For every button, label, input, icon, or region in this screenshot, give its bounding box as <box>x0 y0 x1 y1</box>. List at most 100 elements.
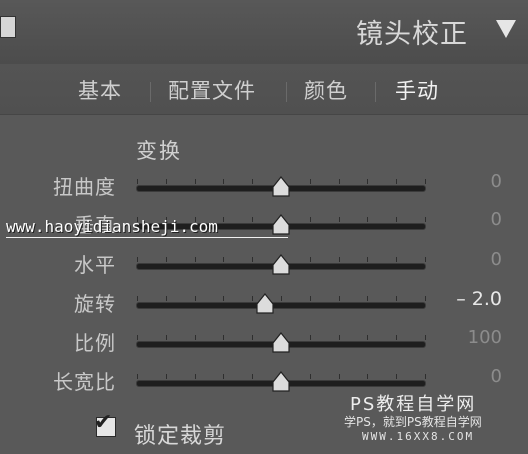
slider-tick <box>367 335 369 340</box>
slider-tick <box>165 335 167 340</box>
slider-row: 水平 0 <box>0 249 528 281</box>
slider-tick <box>252 374 254 379</box>
slider-label: 水平 <box>74 253 116 277</box>
slider-tick <box>367 374 369 379</box>
transform-section-title: 变换 <box>136 139 182 163</box>
slider-value[interactable]: 0 <box>491 366 502 387</box>
slider-tick <box>338 296 340 301</box>
watermark-site: WWW.16XX8.COM <box>362 430 475 443</box>
slider-tick <box>223 374 225 379</box>
tab-color[interactable]: 颜色 <box>304 75 348 105</box>
slider-tick <box>252 296 254 301</box>
slider-tick <box>425 335 426 340</box>
watermark-url: www.haoyidiansheji.com <box>6 217 218 236</box>
slider-thumb[interactable] <box>271 176 291 198</box>
tab-separator <box>375 82 376 102</box>
slider-tick <box>252 217 254 222</box>
slider-tick <box>367 296 369 301</box>
slider-tick <box>367 257 369 262</box>
slider-tick <box>338 257 340 262</box>
panel-header[interactable]: 镜头校正 <box>0 0 528 65</box>
slider-row: 旋转 – 2.0 <box>0 288 528 320</box>
slider-tick <box>223 179 225 184</box>
slider-tick <box>338 335 340 340</box>
slider-tick <box>425 217 426 222</box>
slider-tick <box>252 335 254 340</box>
slider-tick <box>338 217 340 222</box>
slider-tick <box>252 179 254 184</box>
checkmark-icon: ✔ <box>94 410 113 435</box>
slider-tick <box>223 257 225 262</box>
slider-tick <box>194 257 196 262</box>
slider-tick <box>338 374 340 379</box>
slider-tick <box>165 296 167 301</box>
triangle-down-icon[interactable] <box>496 20 516 38</box>
lock-crop-label[interactable]: 锁定裁剪 <box>134 418 226 450</box>
slider-thumb[interactable] <box>255 293 275 315</box>
slider-tick <box>367 217 369 222</box>
watermark-underline <box>6 237 288 238</box>
slider-tick <box>137 374 138 379</box>
slider-thumb[interactable] <box>271 254 291 276</box>
slider-tick <box>223 217 225 222</box>
slider-tick <box>137 179 138 184</box>
tab-profile[interactable]: 配置文件 <box>168 75 256 105</box>
slider-row: 比例 100 <box>0 327 528 359</box>
slider-tick <box>396 335 398 340</box>
slider-tick <box>194 179 196 184</box>
panel-toggle-square[interactable] <box>0 16 16 38</box>
slider-thumb[interactable] <box>271 332 291 354</box>
slider-tick <box>194 335 196 340</box>
slider-thumb[interactable] <box>271 371 291 393</box>
slider-tick <box>309 217 311 222</box>
slider-tick <box>309 335 311 340</box>
slider-tick <box>194 374 196 379</box>
slider-tick <box>137 257 138 262</box>
tab-separator <box>150 82 151 102</box>
slider-tick <box>309 257 311 262</box>
slider-tick <box>396 374 398 379</box>
slider-tick <box>165 374 167 379</box>
slider-tick <box>309 179 311 184</box>
tab-separator <box>286 82 287 102</box>
tab-manual[interactable]: 手动 <box>395 75 439 105</box>
panel-title: 镜头校正 <box>356 19 468 50</box>
slider-row: 扭曲度 0 <box>0 171 528 203</box>
slider-track[interactable] <box>136 254 426 275</box>
slider-tick <box>137 296 138 301</box>
slider-label: 扭曲度 <box>53 175 116 199</box>
slider-tick <box>252 257 254 262</box>
slider-tick <box>309 296 311 301</box>
slider-tick <box>425 257 426 262</box>
slider-value[interactable]: 0 <box>491 209 502 230</box>
slider-tick <box>165 257 167 262</box>
watermark-tagline: 学PS，就到PS教程自学网 <box>344 415 482 429</box>
slider-tick <box>396 217 398 222</box>
slider-tick <box>396 257 398 262</box>
tab-basic[interactable]: 基本 <box>78 75 122 105</box>
slider-tick <box>281 296 282 301</box>
slider-tick <box>425 179 426 184</box>
slider-tick <box>338 179 340 184</box>
slider-track[interactable] <box>136 293 426 314</box>
slider-tick <box>137 335 138 340</box>
slider-track[interactable] <box>136 332 426 353</box>
slider-value[interactable]: – 2.0 <box>456 288 502 310</box>
lock-crop-checkbox[interactable]: ✔ <box>94 412 116 437</box>
slider-value[interactable]: 0 <box>491 249 502 270</box>
slider-tick <box>309 374 311 379</box>
slider-track[interactable] <box>136 176 426 197</box>
slider-value[interactable]: 100 <box>468 327 502 348</box>
slider-tick <box>165 179 167 184</box>
slider-tick <box>194 296 196 301</box>
slider-label: 旋转 <box>74 292 116 316</box>
slider-thumb[interactable] <box>271 214 291 236</box>
slider-tick <box>396 296 398 301</box>
slider-value[interactable]: 0 <box>491 171 502 192</box>
slider-label: 长宽比 <box>53 370 116 394</box>
slider-tick <box>425 296 426 301</box>
slider-tick <box>223 296 225 301</box>
tab-bar: 基本 配置文件 颜色 手动 <box>0 64 528 115</box>
slider-track[interactable] <box>136 371 426 392</box>
slider-tick <box>367 179 369 184</box>
